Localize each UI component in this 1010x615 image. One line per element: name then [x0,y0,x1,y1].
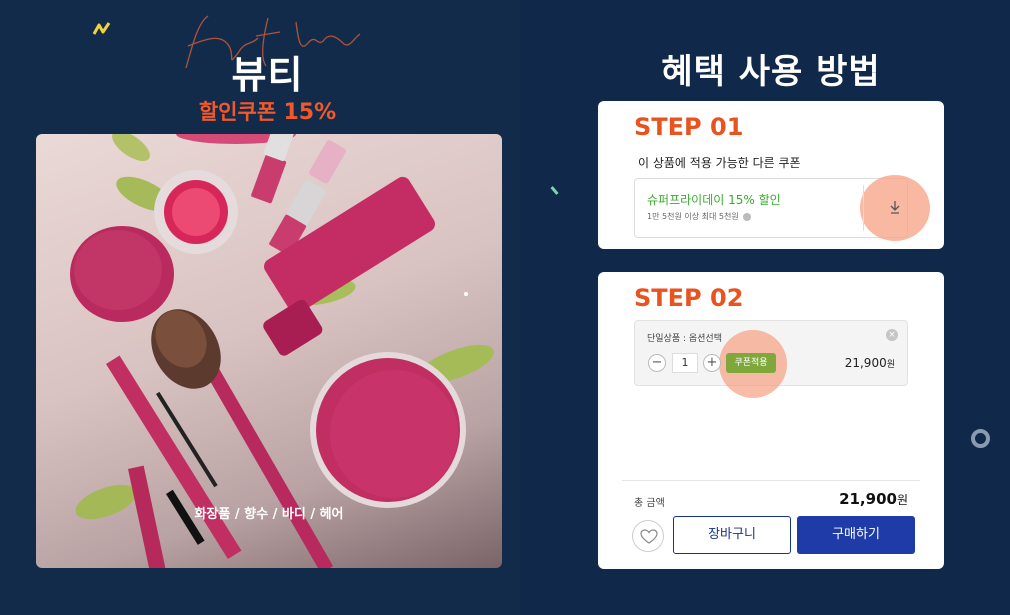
coupon-box: 슈퍼프라이데이 15% 할인 1만 5천원 이상 최대 5천원 [634,175,930,241]
step2-label: STEP 02 [634,284,744,312]
coupon-heading: 이 상품에 적용 가능한 다른 쿠폰 [638,156,801,170]
option-label: 단일상품 : 옵션선택 [647,334,722,344]
wishlist-button[interactable] [632,520,664,552]
total-price-value: 21,900 [839,490,897,508]
squiggle-decoration [92,22,111,35]
download-arrow-icon [890,201,900,214]
quantity-increase-button[interactable]: + [703,354,721,372]
ring-decoration [971,429,990,448]
apply-coupon-button[interactable]: 쿠폰적용 [726,353,776,373]
option-price: 21,900원 [845,356,895,370]
quantity-decrease-button[interactable]: − [648,354,666,372]
benefit-usage-title: 혜택 사용 방법 [661,52,881,92]
option-remove-icon[interactable]: × [886,329,898,341]
hero-title: 뷰티 [231,53,304,97]
buy-now-button[interactable]: 구매하기 [797,516,915,554]
add-to-cart-button[interactable]: 장바구니 [673,516,791,554]
option-price-unit: 원 [886,360,895,370]
info-icon[interactable] [743,212,752,221]
step1-card: STEP 01 이 상품에 적용 가능한 다른 쿠폰 슈퍼프라이데이 15% 할… [598,101,944,249]
cosmetics-photo: 화장품 / 향수 / 바디 / 헤어 [36,134,502,568]
coupon-name: 슈퍼프라이데이 15% 할인 [647,193,781,207]
coupon-note: 1만 5천원 이상 최대 5천원 [647,211,752,222]
heart-icon [640,529,658,544]
quantity-input[interactable]: 1 [672,353,698,373]
hero-subtitle-pct: 15% [283,100,337,125]
step1-label: STEP 01 [634,113,744,141]
step2-card: STEP 02 단일상품 : 옵션선택 × − 1 + 쿠폰적용 21,900원… [598,272,944,569]
selected-option-box: 단일상품 : 옵션선택 × − 1 + 쿠폰적용 21,900원 [634,320,908,398]
download-separator [863,185,864,231]
option-price-value: 21,900 [844,356,887,370]
photo-caption: 화장품 / 향수 / 바디 / 헤어 [194,507,344,522]
hero-subtitle: 할인쿠폰 15% [0,96,535,126]
hero-subtitle-text: 할인쿠폰 [198,100,277,124]
total-divider [622,480,920,481]
coupon-note-text: 1만 5천원 이상 최대 5천원 [647,212,739,221]
total-price-unit: 원 [896,493,908,507]
coupon-download-button[interactable] [860,175,930,241]
total-price: 21,900원 [839,490,908,508]
total-label: 총 금액 [634,498,665,509]
